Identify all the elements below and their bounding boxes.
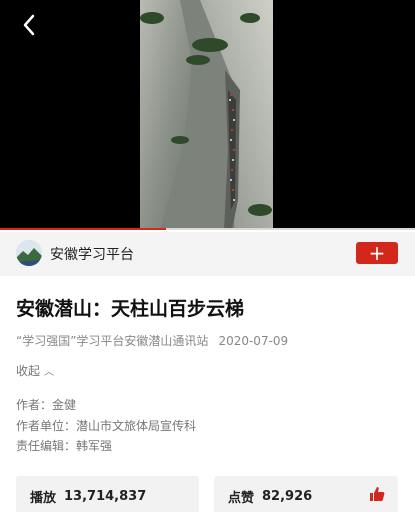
likes-label: 点赞 <box>228 490 255 506</box>
author-line: 作者：金健 <box>16 398 77 412</box>
video-player[interactable] <box>0 0 415 230</box>
views-label: 播放 <box>30 490 57 506</box>
video-frame <box>140 0 273 230</box>
likes-value: 82,926 <box>262 488 313 504</box>
author-unit-line: 作者单位：潜山市文旅体局宣传科 <box>16 419 197 433</box>
views-value: 13,714,837 <box>64 488 147 504</box>
video-progress-bar[interactable] <box>0 228 415 230</box>
editor-line: 责任编辑：韩军强 <box>16 439 113 453</box>
account-name[interactable]: 安徽学习平台 <box>50 244 134 264</box>
likes-stat[interactable]: 点赞 82,926 <box>214 476 398 512</box>
page-title: 安徽潜山：天柱山百步云梯 <box>16 298 245 320</box>
publish-date: 2020-07-09 <box>218 334 289 348</box>
source-line: “学习强国”学习平台安徽潜山通讯站 2020-07-09 <box>16 332 288 349</box>
back-button[interactable] <box>16 10 42 40</box>
thumbs-up-icon[interactable] <box>368 485 386 503</box>
follow-button[interactable]: + <box>356 242 398 264</box>
account-bar: 安徽学习平台 + <box>0 232 415 276</box>
plus-icon: + <box>368 241 386 265</box>
collapse-label: 收起 <box>16 364 41 378</box>
views-stat: 播放 13,714,837 <box>16 476 199 512</box>
chevron-up-icon: ︿ <box>44 367 55 378</box>
chevron-left-icon <box>23 14 35 36</box>
collapse-toggle[interactable]: 收起 ︿ <box>16 362 54 379</box>
avatar[interactable] <box>16 240 42 266</box>
source-name[interactable]: “学习强国”学习平台安徽潜山通讯站 <box>16 334 208 348</box>
video-progress-fill <box>0 228 166 230</box>
